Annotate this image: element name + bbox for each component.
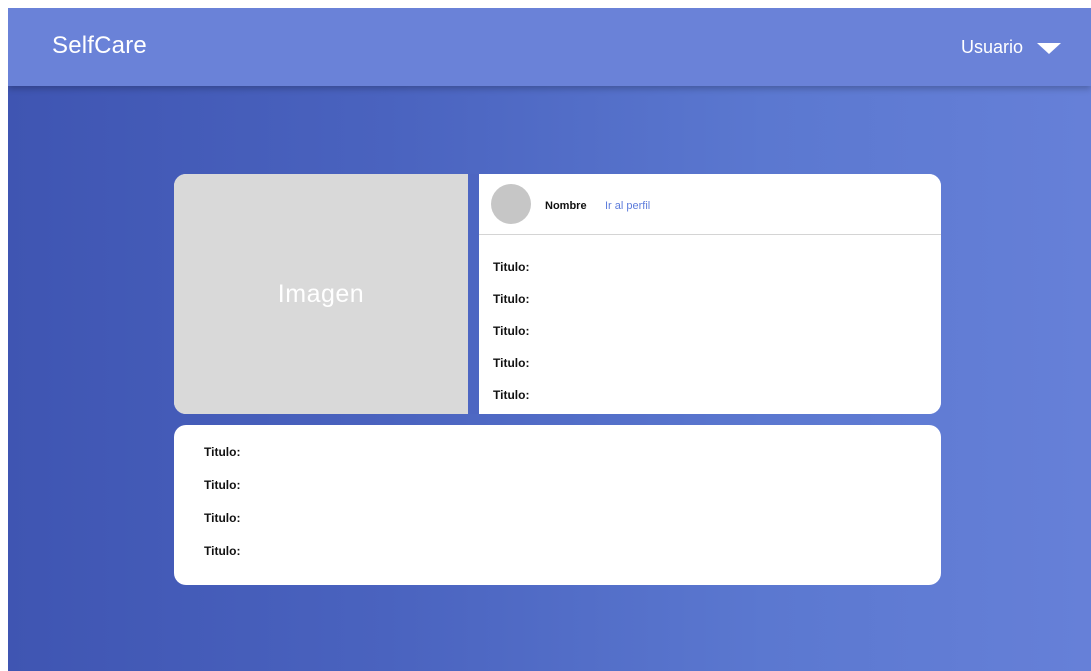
post-field-label: Titulo: (493, 356, 530, 370)
details-field-list: Titulo: Titulo: Titulo: Titulo: (204, 445, 240, 577)
image-placeholder: Imagen (174, 174, 468, 414)
details-card: Titulo: Titulo: Titulo: Titulo: (174, 425, 941, 585)
profile-link[interactable]: Ir al perfil (605, 200, 650, 212)
post-info-panel: Nombre Ir al perfil Titulo: Titulo: Titu… (479, 174, 941, 414)
app-logo-text[interactable]: SelfCare (52, 32, 147, 60)
profile-header: Nombre Ir al perfil (479, 174, 941, 235)
post-field-label: Titulo: (493, 388, 530, 402)
details-field-label: Titulo: (204, 511, 241, 525)
card-section-divider (468, 174, 479, 414)
avatar[interactable] (491, 184, 531, 224)
post-field-label: Titulo: (493, 292, 530, 306)
post-field-label: Titulo: (493, 324, 530, 338)
details-field-label: Titulo: (204, 445, 241, 459)
top-navigation-bar: SelfCare Usuario (8, 8, 1091, 86)
image-placeholder-label: Imagen (277, 279, 365, 308)
user-menu-label[interactable]: Usuario (961, 37, 1023, 58)
post-field-label: Titulo: (493, 260, 530, 274)
post-field-list: Titulo: Titulo: Titulo: Titulo: Titulo: (493, 260, 529, 414)
profile-name: Nombre (545, 200, 587, 212)
user-menu[interactable]: Usuario (961, 37, 1061, 58)
chevron-down-icon[interactable] (1037, 43, 1061, 54)
app-frame: SelfCare Usuario Imagen Nombre Ir al per… (8, 8, 1091, 671)
post-card: Imagen Nombre Ir al perfil Titulo: Titul… (174, 174, 941, 414)
details-field-label: Titulo: (204, 544, 241, 558)
details-field-label: Titulo: (204, 478, 241, 492)
